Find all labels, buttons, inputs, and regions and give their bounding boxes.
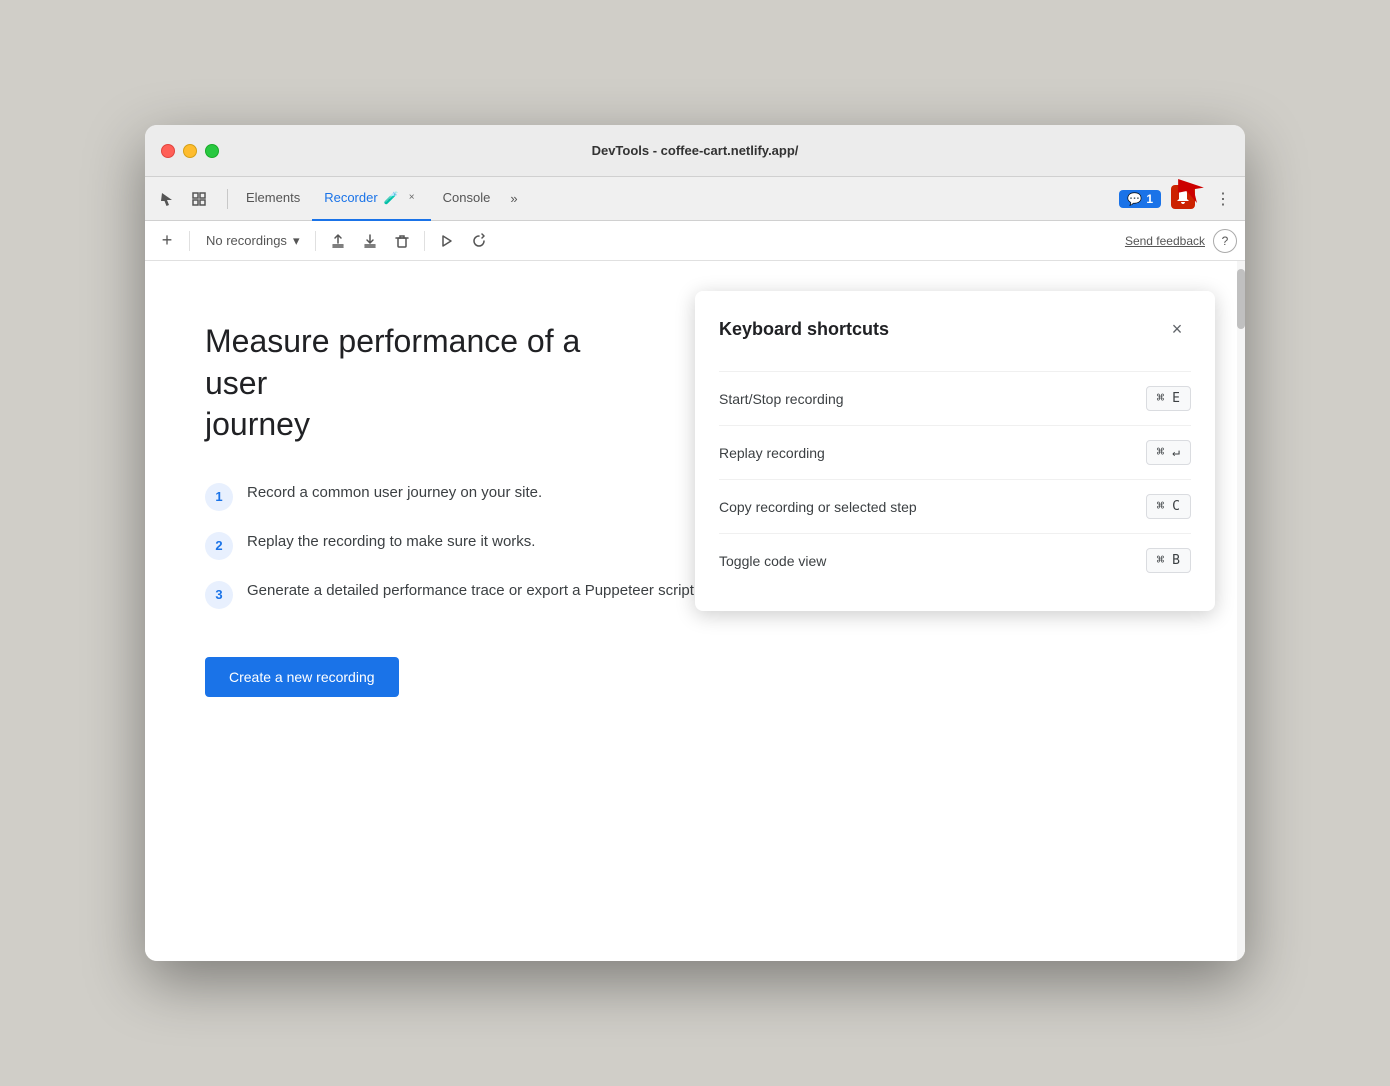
chat-icon: 💬 — [1127, 192, 1142, 206]
send-feedback-link[interactable]: Send feedback — [1125, 234, 1205, 248]
maximize-button[interactable] — [205, 144, 219, 158]
delete-button[interactable] — [388, 227, 416, 255]
shortcuts-close-button[interactable]: × — [1163, 315, 1191, 343]
create-recording-button[interactable]: Create a new recording — [205, 657, 399, 697]
recorder-toolbar: + No recordings ▾ — [145, 221, 1245, 261]
shortcut-row-0: Start/Stop recording ⌘ E — [719, 371, 1191, 425]
step-text-3: Generate a detailed performance trace or… — [247, 580, 768, 603]
chevron-down-icon: ▾ — [293, 233, 300, 249]
more-options-button[interactable]: ⋮ — [1209, 185, 1237, 213]
play-button[interactable] — [433, 227, 461, 255]
recordings-dropdown[interactable]: No recordings ▾ — [198, 229, 307, 253]
toolbar-divider-2 — [315, 231, 316, 251]
shortcut-label-2: Copy recording or selected step — [719, 499, 917, 515]
bell-icon — [1169, 183, 1197, 211]
shortcut-row-1: Replay recording ⌘ ↵ — [719, 425, 1191, 479]
toolbar-divider-1 — [189, 231, 190, 251]
bell-icon-wrapper[interactable] — [1169, 183, 1201, 215]
shortcut-key-2: ⌘ C — [1146, 494, 1191, 519]
shortcuts-title: Keyboard shortcuts — [719, 319, 889, 340]
plus-icon: + — [162, 230, 173, 251]
step-number-2: 2 — [205, 532, 233, 560]
tab-right-actions: 💬 1 ⋮ — [1119, 183, 1237, 215]
tab-recorder[interactable]: Recorder 🧪 × — [312, 177, 430, 221]
tab-divider-1 — [227, 189, 228, 209]
upload-icon — [330, 233, 346, 249]
help-icon: ? — [1222, 234, 1229, 248]
keyboard-shortcuts-popup: Keyboard shortcuts × Start/Stop recordin… — [695, 291, 1215, 611]
welcome-heading: Measure performance of a user journey — [205, 321, 645, 446]
import-button[interactable] — [356, 227, 384, 255]
close-button[interactable] — [161, 144, 175, 158]
scrollbar-track[interactable] — [1237, 261, 1245, 961]
nav-icons — [153, 185, 213, 213]
shortcut-row-3: Toggle code view ⌘ B — [719, 533, 1191, 587]
tab-console[interactable]: Console — [431, 177, 503, 221]
tab-close-recorder[interactable]: × — [405, 191, 419, 205]
shortcut-key-0: ⌘ E — [1146, 386, 1191, 411]
devtools-tabbar: Elements Recorder 🧪 × Console » 💬 1 — [145, 177, 1245, 221]
tab-elements[interactable]: Elements — [234, 177, 312, 221]
traffic-lights — [161, 144, 219, 158]
toolbar-right: Send feedback ? — [1125, 229, 1237, 253]
shortcut-label-0: Start/Stop recording — [719, 391, 844, 407]
add-recording-button[interactable]: + — [153, 227, 181, 255]
devtools-window: DevTools - coffee-cart.netlify.app/ Elem… — [145, 125, 1245, 961]
scrollbar-thumb[interactable] — [1237, 269, 1245, 329]
recorder-icon: 🧪 — [384, 191, 399, 205]
download-icon — [362, 233, 378, 249]
shortcut-key-3: ⌘ B — [1146, 548, 1191, 573]
replay-icon — [471, 233, 487, 249]
shortcuts-header: Keyboard shortcuts × — [719, 315, 1191, 343]
shortcut-key-1: ⌘ ↵ — [1146, 440, 1191, 465]
step-text-1: Record a common user journey on your sit… — [247, 482, 542, 505]
shortcut-label-3: Toggle code view — [719, 553, 826, 569]
notifications-badge[interactable]: 💬 1 — [1119, 190, 1161, 208]
window-title: DevTools - coffee-cart.netlify.app/ — [592, 143, 799, 158]
trash-icon — [394, 233, 410, 249]
toolbar-divider-3 — [424, 231, 425, 251]
play-icon — [439, 233, 455, 249]
help-button[interactable]: ? — [1213, 229, 1237, 253]
shortcut-label-1: Replay recording — [719, 445, 825, 461]
layers-icon[interactable] — [185, 185, 213, 213]
minimize-button[interactable] — [183, 144, 197, 158]
shortcut-row-2: Copy recording or selected step ⌘ C — [719, 479, 1191, 533]
step-number-1: 1 — [205, 483, 233, 511]
dots-icon: ⋮ — [1215, 189, 1231, 209]
replay-button[interactable] — [465, 227, 493, 255]
no-recordings-label: No recordings — [206, 233, 287, 248]
main-content: Measure performance of a user journey 1 … — [145, 261, 1245, 961]
cursor-icon[interactable] — [153, 185, 181, 213]
export-button[interactable] — [324, 227, 352, 255]
title-bar: DevTools - coffee-cart.netlify.app/ — [145, 125, 1245, 177]
step-number-3: 3 — [205, 581, 233, 609]
tab-more[interactable]: » — [502, 191, 525, 206]
step-text-2: Replay the recording to make sure it wor… — [247, 531, 535, 554]
